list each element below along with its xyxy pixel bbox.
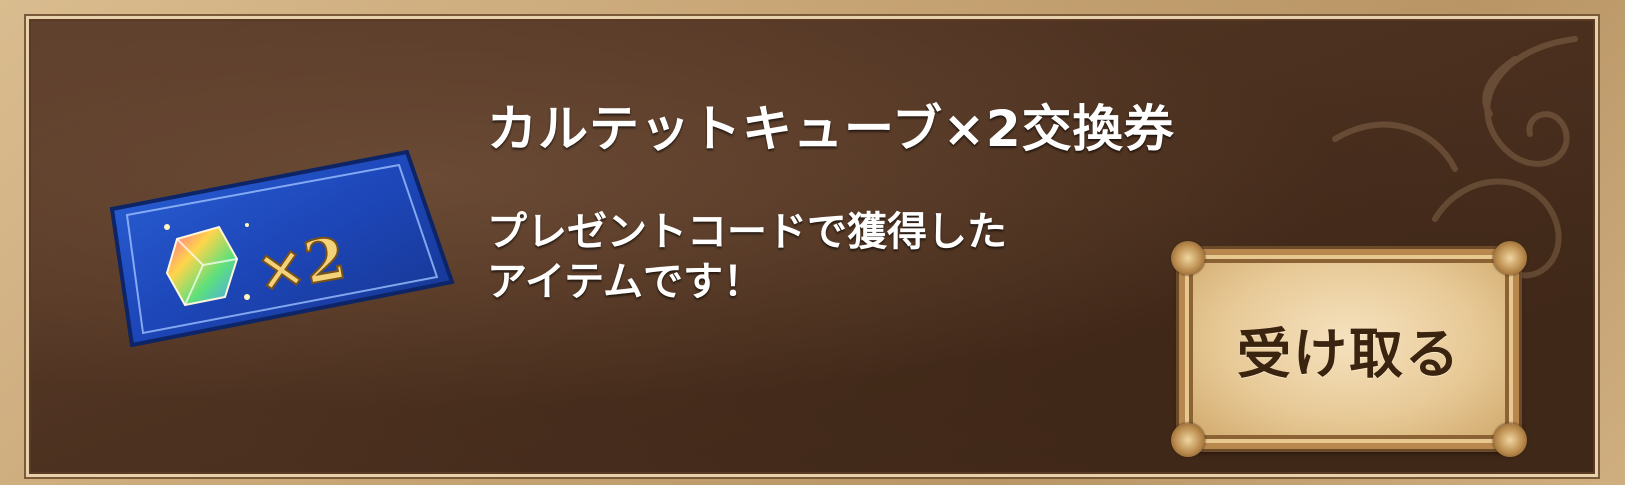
item-description: プレゼントコードで獲得した アイテムです！ [487,207,1167,307]
item-description-line-1: プレゼントコードで獲得した [487,209,1007,255]
button-corner-ornament-icon [1493,423,1527,457]
item-title: カルテットキューブ×2交換券 [487,100,1175,158]
item-description-line-2: アイテムです！ [487,259,763,305]
button-corner-ornament-icon [1171,423,1205,457]
button-corner-ornament-icon [1493,241,1527,275]
button-corner-ornament-icon [1171,241,1205,275]
popup-frame: ×2 カルテットキューブ×2交換券 プレゼントコードで獲得した アイテムです！ … [0,0,1625,485]
receive-button-label: 受け取る [1237,321,1461,386]
receive-button[interactable]: 受け取る [1171,241,1527,457]
exchange-ticket-icon: ×2 [109,149,455,347]
item-panel: ×2 カルテットキューブ×2交換券 プレゼントコードで獲得した アイテムです！ … [26,16,1598,477]
